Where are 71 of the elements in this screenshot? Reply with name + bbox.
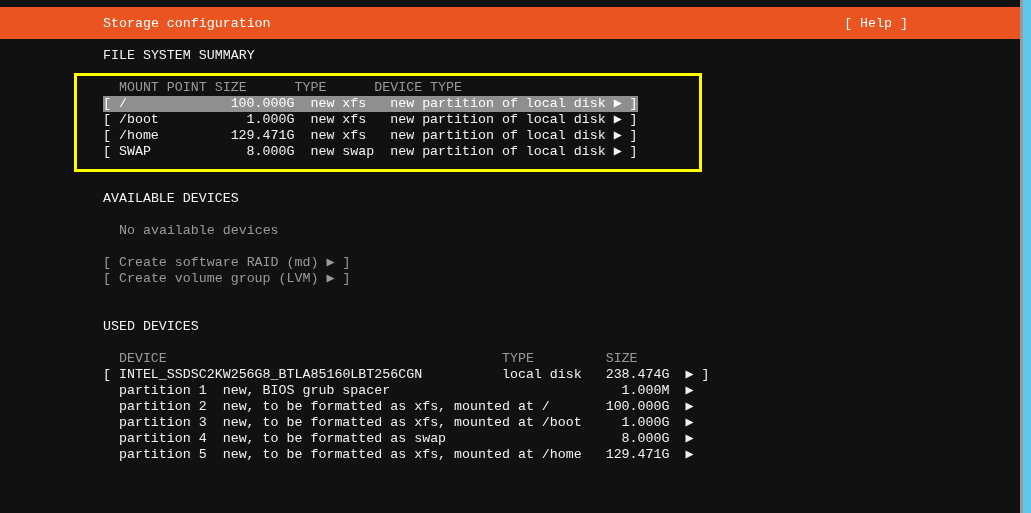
column-header: TYPE — [501, 351, 535, 367]
arrow-glyph: ▶ — [685, 399, 695, 415]
device-type: new partition of local disk — [390, 128, 607, 144]
mount-point: SWAP — [118, 144, 152, 160]
bracket: [ — [103, 128, 112, 144]
bracket: [ — [103, 144, 112, 160]
partition-name: partition 3 — [118, 415, 208, 431]
column-header: DEVICE — [118, 351, 168, 367]
arrow-glyph: ▶ — [685, 431, 695, 447]
bracket: ] — [629, 144, 638, 160]
type-value: new xfs — [310, 112, 368, 128]
type-value: local disk — [501, 367, 582, 383]
column-header: DEVICE TYPE — [374, 80, 463, 96]
partition-description: new, to be formatted as xfs, mounted at / — [222, 399, 551, 415]
size-value: 100.000G — [229, 96, 295, 112]
device-name: INTEL_SSDSC2KW256G8_BTLA85160LBT256CGN — [118, 367, 424, 383]
device-type: new partition of local disk — [390, 144, 607, 160]
bracket: ] — [629, 112, 638, 128]
size-value: 1.000G — [245, 112, 295, 128]
arrow-glyph: ▶ — [685, 383, 695, 399]
mount-row[interactable]: [ /home 129.471G new xfs new partition of local disk ▶ ] — [103, 128, 638, 144]
arrow-glyph: ▶ — [613, 112, 623, 128]
section-heading: AVAILABLE DEVICES — [103, 191, 239, 207]
empty-message: No available devices — [119, 223, 279, 239]
size-value: 100.000G — [604, 399, 670, 415]
device-type: new partition of local disk — [390, 112, 607, 128]
arrow-glyph: ▶ — [685, 367, 695, 383]
mount-point: / — [118, 96, 128, 112]
column-header: TYPE — [294, 80, 328, 96]
type-value: new xfs — [310, 96, 368, 112]
size-value: 238.474G — [604, 367, 670, 383]
mount-point: /boot — [118, 112, 160, 128]
arrow-glyph: ▶ — [685, 447, 695, 463]
mount-row[interactable]: [ /boot 1.000G new xfs new partition of local disk ▶ ] — [103, 112, 638, 128]
bracket: ] — [629, 128, 638, 144]
arrow-glyph: ▶ — [613, 96, 623, 112]
section-heading: FILE SYSTEM SUMMARY — [103, 48, 255, 64]
size-value: 8.000G — [620, 431, 670, 447]
size-value: 129.471G — [604, 447, 670, 463]
partition-name: partition 4 — [118, 431, 208, 447]
bracket: ] — [629, 96, 638, 112]
column-header: SIZE — [605, 351, 638, 367]
type-value: new swap — [310, 144, 376, 160]
partition-description: new, to be formatted as xfs, mounted at /boot — [222, 415, 583, 431]
bracket: [ — [103, 96, 112, 112]
help-button[interactable]: [ Help ] — [844, 15, 908, 31]
arrow-glyph: ▶ — [613, 144, 623, 160]
disk-row[interactable]: [ INTEL_SSDSC2KW256G8_BTLA85160LBT256CGN local disk 238.474G ▶ ] — [103, 367, 710, 383]
device-type: new partition of local disk — [390, 96, 607, 112]
mount-row[interactable]: [ SWAP 8.000G new swap new partition of local disk ▶ ] — [103, 144, 638, 160]
partition-description: new, to be formatted as swap — [222, 431, 448, 447]
size-value: 8.000G — [245, 144, 295, 160]
bracket: ] — [701, 367, 710, 383]
arrow-glyph: ▶ — [613, 128, 623, 144]
screen-title: Storage configuration — [103, 15, 271, 31]
partition-name: partition 2 — [118, 399, 208, 415]
column-header: SIZE — [214, 80, 248, 96]
size-value: 129.471G — [229, 128, 295, 144]
partition-description: new, to be formatted as xfs, mounted at /home — [222, 447, 583, 463]
mount-point: /home — [118, 128, 160, 144]
size-value: 1.000M — [620, 383, 670, 399]
section-heading: USED DEVICES — [103, 319, 199, 335]
type-value: new xfs — [310, 128, 368, 144]
bracket: [ — [103, 367, 112, 383]
bracket: [ — [103, 112, 112, 128]
partition-description: new, BIOS grub spacer — [222, 383, 392, 399]
partition-name: partition 5 — [118, 447, 208, 463]
partition-name: partition 1 — [118, 383, 208, 399]
arrow-glyph: ▶ — [685, 415, 695, 431]
column-header: MOUNT POINT — [118, 80, 208, 96]
size-value: 1.000G — [620, 415, 670, 431]
